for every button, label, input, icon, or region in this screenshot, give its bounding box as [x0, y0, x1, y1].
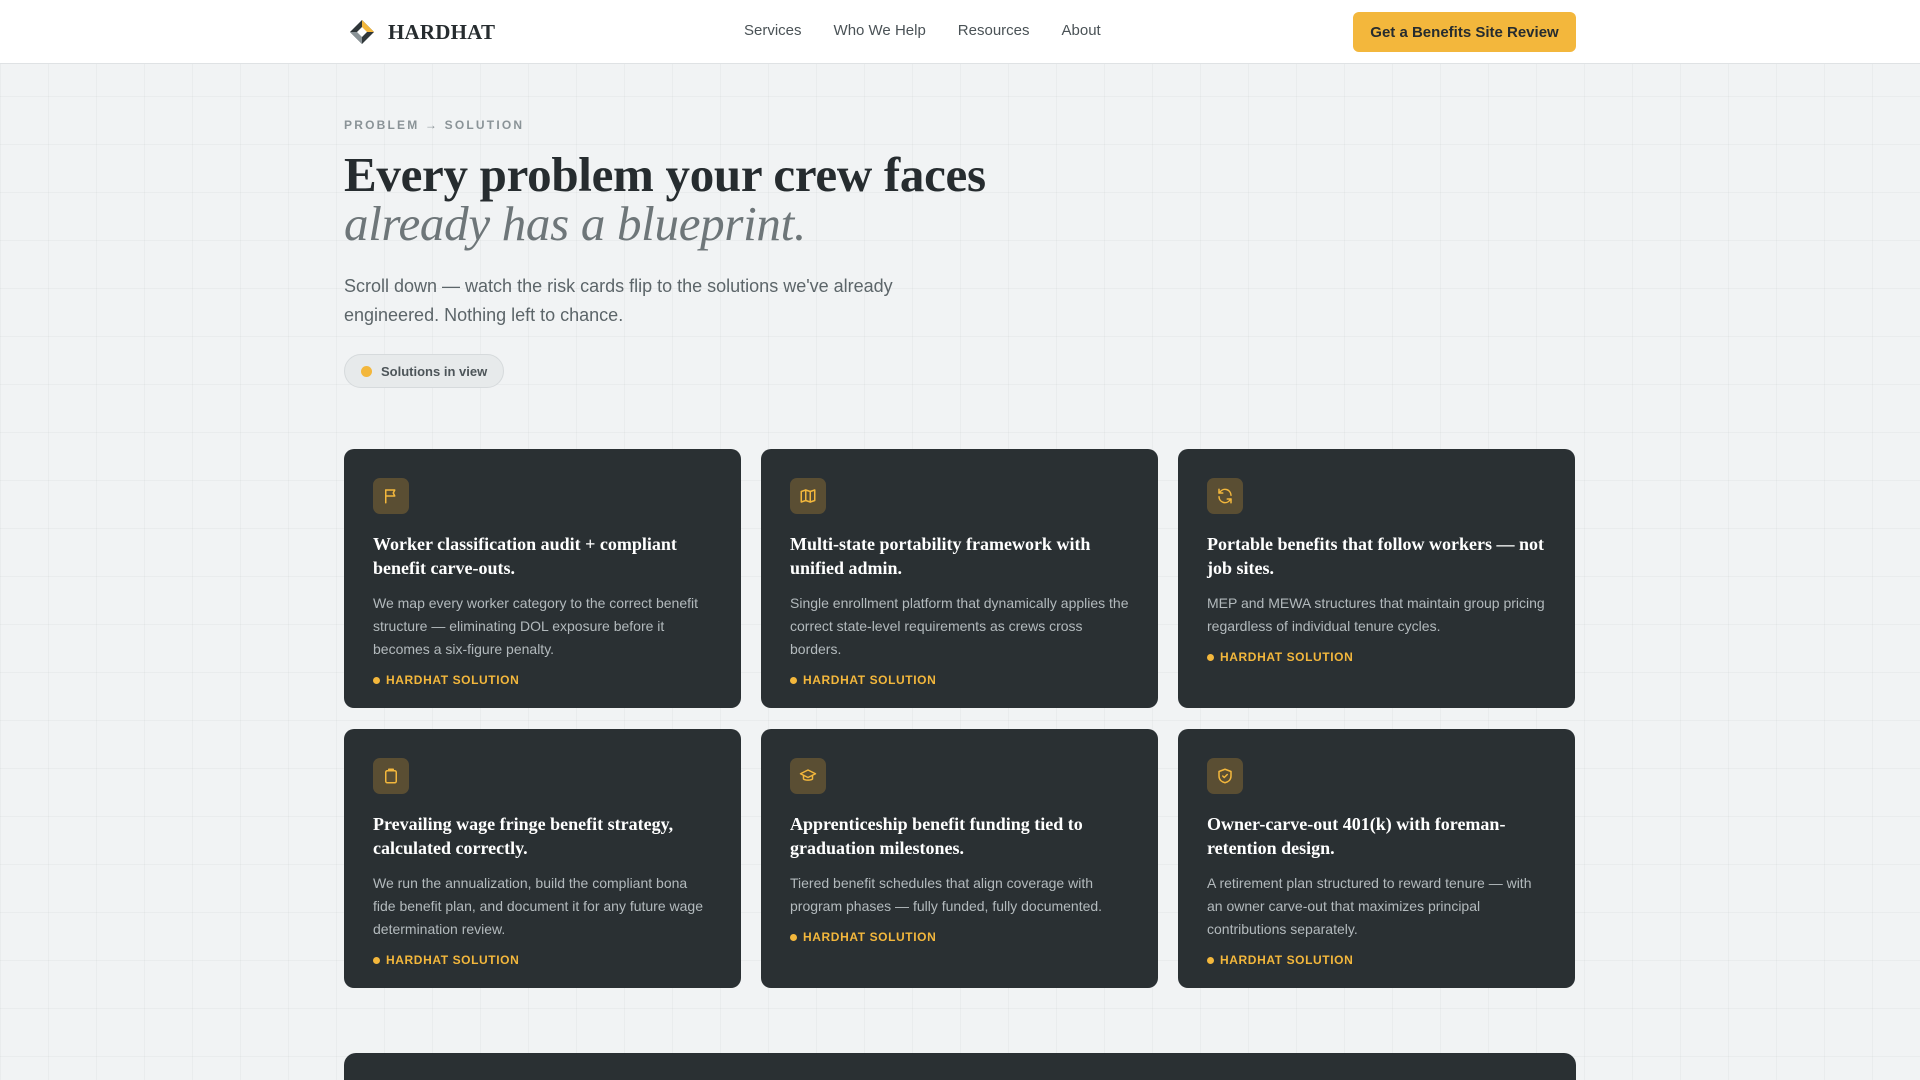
card-title: Owner-carve-out 401(k) with foreman-rete…: [1207, 814, 1506, 858]
top-navigation-bar: HARDHAT Services Who We Help Resources A…: [0, 0, 1920, 64]
card-tag: HARDHAT SOLUTION: [1207, 650, 1546, 664]
card-body: Single enrollment platform that dynamica…: [790, 595, 1129, 657]
section-eyebrow: PROBLEM → SOLUTION: [344, 118, 525, 132]
card-title: Apprenticeship benefit funding tied to g…: [790, 814, 1083, 858]
card-body: Tiered benefit schedules that align cove…: [790, 875, 1103, 914]
card-body: We run the annualization, build the comp…: [373, 875, 703, 937]
solution-card[interactable]: Apprenticeship benefit funding tied to g…: [761, 729, 1158, 988]
card-tag-label: HARDHAT SOLUTION: [803, 673, 937, 687]
benefits-review-button[interactable]: Get a Benefits Site Review: [1353, 12, 1576, 52]
solution-card[interactable]: Portable benefits that follow workers — …: [1178, 449, 1575, 708]
graduation-cap-icon: [799, 769, 817, 781]
card-tag: HARDHAT SOLUTION: [790, 673, 1129, 687]
card-body: We map every worker category to the corr…: [373, 595, 698, 657]
next-section-panel: [344, 1053, 1576, 1080]
card-tag-label: HARDHAT SOLUTION: [1220, 953, 1354, 967]
hero-section: PROBLEM → SOLUTION Every problem your cr…: [344, 118, 1576, 388]
map-icon: [800, 489, 816, 503]
status-chip-label: Solutions in view: [381, 363, 488, 379]
card-tag-label: HARDHAT SOLUTION: [386, 673, 520, 687]
solution-card[interactable]: Worker classification audit + compliant …: [344, 449, 741, 708]
card-tag-label: HARDHAT SOLUTION: [803, 930, 937, 944]
tag-dot-icon: [790, 676, 797, 684]
card-tag: HARDHAT SOLUTION: [373, 673, 712, 687]
card-tag: HARDHAT SOLUTION: [1207, 953, 1546, 967]
tag-dot-icon: [1207, 653, 1214, 661]
card-tag: HARDHAT SOLUTION: [373, 953, 712, 967]
hero-description: Scroll down — watch the risk cards flip …: [344, 276, 893, 325]
tag-dot-icon: [373, 676, 380, 684]
tag-dot-icon: [373, 956, 380, 964]
nav-about[interactable]: About: [1062, 22, 1101, 39]
solutions-status-chip: Solutions in view: [344, 354, 505, 388]
solution-cards-grid: Worker classification audit + compliant …: [344, 449, 1576, 988]
shield-check-icon: [1218, 768, 1232, 784]
card-tag: HARDHAT SOLUTION: [790, 930, 1129, 944]
nav-resources[interactable]: Resources: [958, 22, 1030, 39]
brand-home-link[interactable]: HARDHAT: [348, 18, 495, 46]
refresh-icon: [1218, 488, 1232, 504]
hardhat-logo-icon: [350, 20, 374, 44]
brand-name: HARDHAT: [388, 19, 496, 44]
card-title: Prevailing wage fringe benefit strategy,…: [373, 814, 674, 858]
title-line-primary: Every problem your crew faces: [344, 147, 986, 202]
card-title: Multi-state portability framework with u…: [790, 534, 1091, 578]
tag-dot-icon: [1207, 956, 1214, 964]
nav-who-we-help[interactable]: Who We Help: [834, 22, 926, 39]
tag-dot-icon: [790, 933, 797, 941]
nav-services[interactable]: Services: [744, 22, 802, 39]
clipboard-icon: [385, 768, 397, 784]
title-line-accent: already has a blueprint.: [344, 196, 806, 251]
status-dot: [361, 365, 372, 377]
card-body: MEP and MEWA structures that maintain gr…: [1207, 595, 1545, 634]
solution-card[interactable]: Owner-carve-out 401(k) with foreman-rete…: [1178, 729, 1575, 988]
solution-card[interactable]: Prevailing wage fringe benefit strategy,…: [344, 729, 741, 988]
card-body: A retirement plan structured to reward t…: [1207, 875, 1532, 937]
main-nav: Services Who We Help Resources About: [744, 22, 1101, 39]
flag-icon: [385, 489, 396, 504]
solution-card[interactable]: Multi-state portability framework with u…: [761, 449, 1158, 708]
card-title: Portable benefits that follow workers — …: [1207, 534, 1544, 578]
card-title: Worker classification audit + compliant …: [373, 534, 677, 578]
card-tag-label: HARDHAT SOLUTION: [386, 953, 520, 967]
card-tag-label: HARDHAT SOLUTION: [1220, 650, 1354, 664]
page-title: Every problem your crew faces already ha…: [344, 150, 1576, 248]
